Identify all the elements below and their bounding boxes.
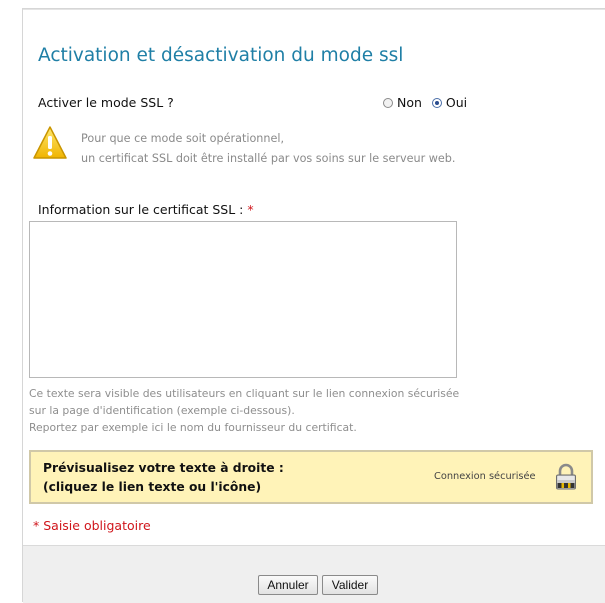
warning-line-1: Pour que ce mode soit opérationnel, <box>81 132 285 145</box>
ssl-settings-panel: Activation et désactivation du mode ssl … <box>22 8 605 603</box>
validate-button[interactable]: Valider <box>322 575 378 595</box>
certificate-label-text: Information sur le certificat SSL : <box>38 202 248 217</box>
ssl-mode-label: Activer le mode SSL ? <box>38 95 174 110</box>
radio-oui-label[interactable]: Oui <box>446 95 467 110</box>
required-asterisk: * <box>247 202 254 217</box>
warning-message: Pour que ce mode soit opérationnel, un c… <box>81 129 455 169</box>
preview-line-1: Prévisualisez votre texte à droite : <box>43 461 284 475</box>
lock-icon[interactable] <box>555 463 577 491</box>
ssl-mode-radio-group: Non Oui <box>383 95 477 110</box>
help-line-2: sur la page d'identification (exemple ci… <box>29 404 295 417</box>
page-title: Activation et désactivation du mode ssl <box>38 45 404 66</box>
preview-instructions: Prévisualisez votre texte à droite : (cl… <box>43 459 284 497</box>
radio-oui[interactable] <box>431 97 442 108</box>
secure-connection-link[interactable]: Connexion sécurisée <box>434 471 536 482</box>
certificate-info-textarea[interactable] <box>29 221 457 378</box>
radio-non-label[interactable]: Non <box>397 95 422 110</box>
preview-box: Prévisualisez votre texte à droite : (cl… <box>29 450 593 504</box>
preview-line-2: (cliquez le lien texte ou l'icône) <box>43 480 262 494</box>
certificate-label: Information sur le certificat SSL : * <box>38 202 254 217</box>
cancel-button[interactable]: Annuler <box>258 575 318 595</box>
required-fields-note: * Saisie obligatoire <box>33 518 151 533</box>
radio-non[interactable] <box>383 97 393 108</box>
help-line-1: Ce texte sera visible des utilisateurs e… <box>29 387 460 400</box>
help-text: Ce texte sera visible des utilisateurs e… <box>29 385 459 436</box>
panel-top-border <box>23 9 605 10</box>
form-footer: Annuler Valider <box>23 545 605 603</box>
help-line-3: Reportez par exemple ici le nom du fourn… <box>29 421 357 434</box>
warning-icon <box>33 126 67 159</box>
warning-line-2: un certificat SSL doit être installé par… <box>81 152 456 165</box>
